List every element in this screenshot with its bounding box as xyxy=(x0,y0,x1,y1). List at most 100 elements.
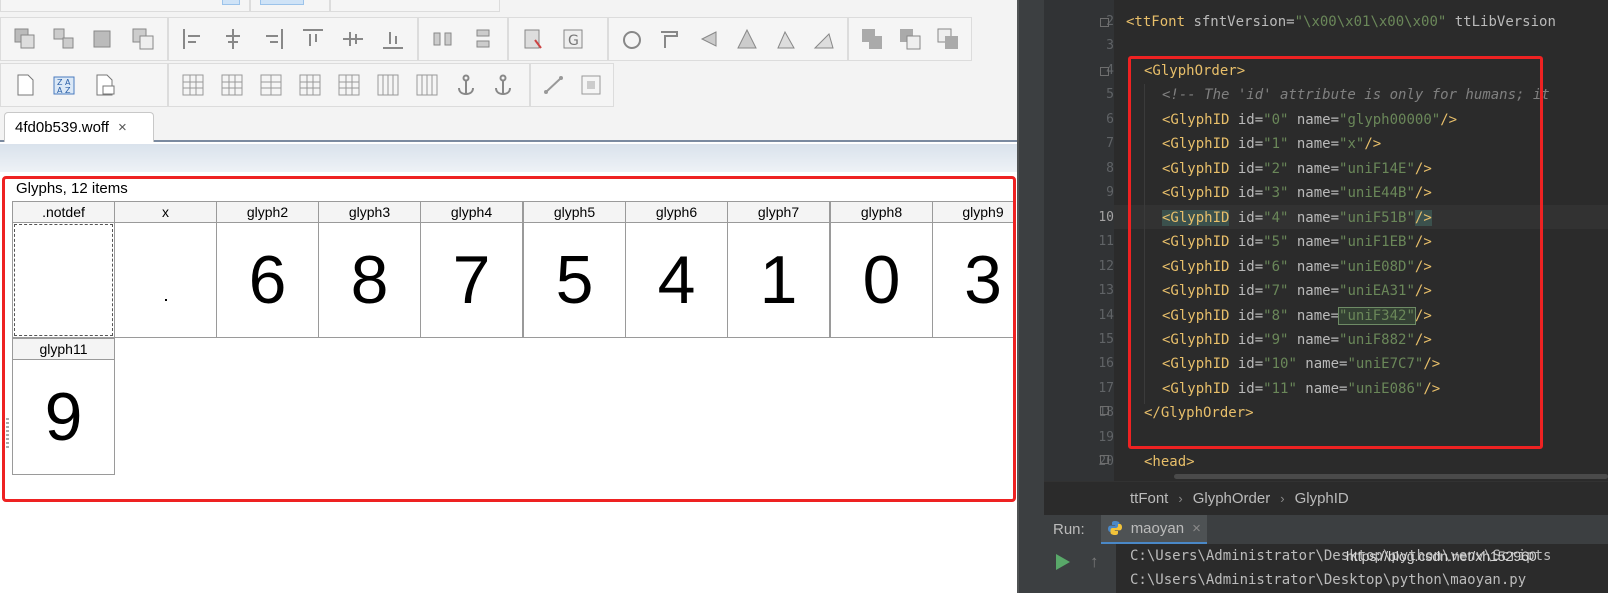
line-number: 16 xyxy=(1098,356,1114,371)
union-icon[interactable] xyxy=(858,24,886,54)
window-divider[interactable] xyxy=(1017,0,1044,593)
line-number: 4 xyxy=(1106,63,1114,78)
run-tab-label: maoyan xyxy=(1130,519,1185,537)
guidelines-lock-icon[interactable] xyxy=(413,70,442,100)
distribute-horizontal-icon[interactable] xyxy=(428,24,458,54)
align-top-icon[interactable] xyxy=(298,24,328,54)
toolbar-group-zoom xyxy=(330,0,500,12)
line-number: 5 xyxy=(1106,87,1114,102)
slant-icon[interactable] xyxy=(810,24,838,54)
breadcrumb-item[interactable]: GlyphID xyxy=(1295,490,1349,507)
breadcrumb-item[interactable]: GlyphOrder xyxy=(1193,490,1271,507)
console-line: C:\Users\Administrator\Desktop\python\ma… xyxy=(1130,572,1527,588)
tab-font-file[interactable]: 4fd0b539.woff × xyxy=(4,112,154,142)
copy-icon[interactable] xyxy=(10,24,40,54)
chevron-right-icon: › xyxy=(1178,490,1183,506)
code-line: <ttFont sfntVersion="\x00\x01\x00\x00" t… xyxy=(1126,12,1556,36)
line-number: 3 xyxy=(1106,38,1114,53)
subtract-icon[interactable] xyxy=(896,24,924,54)
document-properties-icon[interactable] xyxy=(90,70,120,100)
close-icon[interactable]: × xyxy=(118,119,127,136)
line-number: 14 xyxy=(1098,308,1114,323)
line-number: 6 xyxy=(1106,112,1114,127)
close-icon[interactable]: × xyxy=(1192,520,1201,537)
line-number: 17 xyxy=(1098,381,1114,396)
breadcrumb: ttFont › GlyphOrder › GlyphID xyxy=(1044,481,1608,514)
toolbar-group-layers xyxy=(0,17,168,61)
line-number: 8 xyxy=(1106,161,1114,176)
group-icon[interactable] xyxy=(50,24,80,54)
xml-attr: ttLibVersion xyxy=(1446,14,1556,30)
magnify-tool-icon[interactable] xyxy=(222,0,240,5)
bbox-icon[interactable] xyxy=(577,70,604,100)
toolbar-row-2: Z AA Z xyxy=(0,62,614,108)
panel-header-band xyxy=(0,144,1044,172)
align-middle-icon[interactable] xyxy=(338,24,368,54)
python-icon xyxy=(1107,521,1122,535)
new-document-icon[interactable] xyxy=(10,70,40,100)
highlight-box-glyphorder xyxy=(1128,56,1543,449)
line-number: 9 xyxy=(1106,185,1114,200)
svg-text:G: G xyxy=(568,33,579,49)
scale-icon[interactable] xyxy=(656,24,684,54)
fold-marker-icon[interactable] xyxy=(1100,18,1109,27)
highlight-box-glyphs xyxy=(2,176,1016,502)
align-center-icon[interactable] xyxy=(218,24,248,54)
edit-tool-icon[interactable] xyxy=(260,0,304,5)
horizontal-scrollbar[interactable] xyxy=(1114,472,1608,481)
grid-rows-icon[interactable] xyxy=(256,70,285,100)
arrow-up-icon[interactable]: ↑ xyxy=(1090,552,1099,572)
run-toolwindow-header: Run: maoyan × xyxy=(1044,514,1608,545)
grid-redo-icon[interactable] xyxy=(295,70,324,100)
line-number: 15 xyxy=(1098,332,1114,347)
combine-icon[interactable] xyxy=(129,24,159,54)
line-number: 18 xyxy=(1098,405,1114,420)
toolbar-group-grid xyxy=(168,63,530,107)
align-right-icon[interactable] xyxy=(258,24,288,54)
toolbar-group-path-ops xyxy=(848,17,972,61)
xml-attr: sfntVersion= xyxy=(1185,14,1295,30)
flip-horizontal-icon[interactable] xyxy=(695,24,723,54)
glyph-g-icon[interactable]: G xyxy=(558,24,588,54)
scrollbar-thumb[interactable] xyxy=(1174,474,1608,479)
rotate-icon[interactable] xyxy=(618,24,646,54)
fold-marker-icon[interactable] xyxy=(1100,455,1109,464)
tab-label: 4fd0b539.woff xyxy=(15,119,109,136)
sort-az-icon[interactable]: Z AA Z xyxy=(50,70,80,100)
line-number: 20 xyxy=(1098,454,1114,469)
run-label: Run: xyxy=(1053,521,1085,538)
skew-icon[interactable] xyxy=(771,24,799,54)
tool-icon[interactable] xyxy=(10,0,27,5)
intersect-icon[interactable] xyxy=(934,24,962,54)
line-number: 2 xyxy=(1106,14,1114,29)
toolbar-group-distribute xyxy=(418,17,508,61)
grid-icon[interactable] xyxy=(178,70,207,100)
line-number: 7 xyxy=(1106,136,1114,151)
line-number: 11 xyxy=(1098,234,1114,249)
run-tab[interactable]: maoyan × xyxy=(1100,514,1207,545)
toolbar-group-transform xyxy=(608,17,848,61)
anchor-lock-icon[interactable] xyxy=(491,70,520,100)
breadcrumb-item[interactable]: ttFont xyxy=(1130,490,1168,507)
align-left-icon[interactable] xyxy=(178,24,208,54)
play-icon[interactable] xyxy=(1056,554,1070,570)
ungroup-icon[interactable] xyxy=(89,24,119,54)
toolbar-group-top-left xyxy=(0,0,250,12)
svg-text:A Z: A Z xyxy=(57,86,71,95)
grid-lock-icon[interactable] xyxy=(334,70,363,100)
toolbar-group-align xyxy=(168,17,418,61)
flip-vertical-icon[interactable] xyxy=(733,24,761,54)
distribute-vertical-icon[interactable] xyxy=(468,24,498,54)
fold-marker-icon[interactable] xyxy=(1100,406,1109,415)
align-bottom-icon[interactable] xyxy=(378,24,408,54)
run-side-toolbar: ↑ xyxy=(1044,544,1116,593)
clipboard-icon[interactable] xyxy=(518,24,548,54)
grid-undo-icon[interactable] xyxy=(217,70,246,100)
anchor-icon[interactable] xyxy=(452,70,481,100)
zoom-in-icon[interactable] xyxy=(340,0,370,5)
node-edit-icon[interactable] xyxy=(540,70,567,100)
toolbar-area: G Z AA Z xyxy=(0,0,1044,108)
fold-marker-icon[interactable] xyxy=(1100,67,1109,76)
guidelines-icon[interactable] xyxy=(374,70,403,100)
xml-value: "\x00\x01\x00\x00" xyxy=(1294,14,1447,30)
